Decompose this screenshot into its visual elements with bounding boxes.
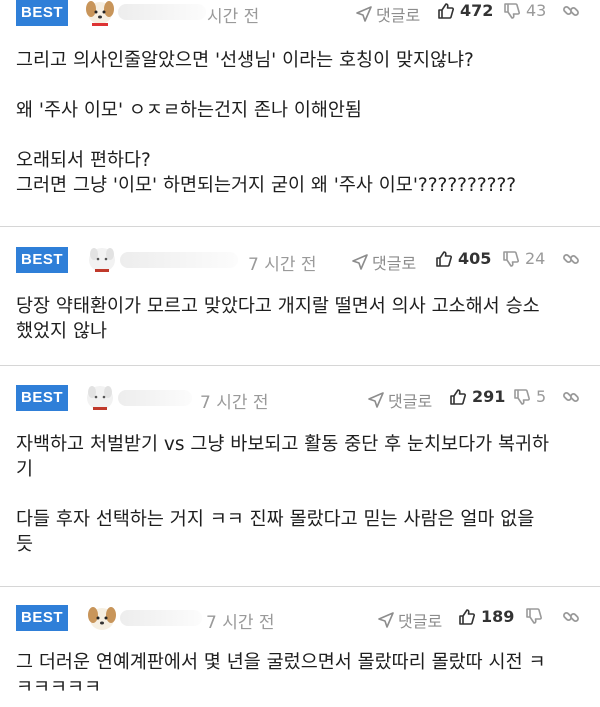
comment-time: 7 시간 전 xyxy=(248,255,317,275)
link-icon[interactable] xyxy=(562,2,580,20)
like-button[interactable]: 472 xyxy=(437,1,493,20)
thumbs-up-icon xyxy=(436,250,452,267)
reply-label: 댓글로 xyxy=(372,254,417,273)
like-count: 405 xyxy=(458,249,492,268)
reply-label: 댓글로 xyxy=(388,392,433,411)
comment-paragraph: 다들 후자 선택하는 거지 ㅋㅋ 진짜 몰랐다고 믿는 사람은 얼마 없을 듯 xyxy=(16,509,535,555)
username-redacted xyxy=(120,252,238,268)
comment-card: BEST 7 시간 전 댓글로 189 그 더러운 연예계판에서 몇 년을 굴렀… xyxy=(0,588,600,707)
dislike-button[interactable] xyxy=(525,607,548,625)
best-badge: BEST xyxy=(16,385,68,411)
comment-paragraph: 그리고 의사인줄알았으면 '선생님' 이라는 호칭이 맞지않냐? xyxy=(16,50,474,71)
best-badge: BEST xyxy=(16,247,68,273)
arrow-reply-icon xyxy=(356,6,372,22)
comment-time: 7 시간 전 xyxy=(206,613,275,633)
thumbs-down-icon xyxy=(526,608,542,624)
thumbs-down-icon xyxy=(514,388,530,405)
comment-header: BEST 7 시간 전 댓글로 405 24 xyxy=(0,246,600,286)
best-badge: BEST xyxy=(16,605,68,631)
comment-time: 7 시간 전 xyxy=(200,393,269,413)
avatar[interactable] xyxy=(84,242,120,276)
dislike-button[interactable]: 24 xyxy=(502,249,545,268)
comment-paragraph: 그 더러운 연예계판에서 몇 년을 굴렀으면서 몰랐따리 몰랐따 시전 ㅋ ㅋㅋ… xyxy=(16,652,546,698)
username-redacted xyxy=(118,390,192,406)
thumbs-up-icon xyxy=(450,388,466,405)
comment-card: BEST 7 시간 전 댓글로 405 24 당장 약태환이가 모르고 맞았다고… xyxy=(0,228,600,366)
arrow-reply-icon xyxy=(352,254,368,270)
comment-body: 그리고 의사인줄알았으면 '선생님' 이라는 호칭이 맞지않냐? 왜 '주사 이… xyxy=(16,48,586,198)
reply-label: 댓글로 xyxy=(376,6,421,25)
avatar[interactable] xyxy=(82,380,118,414)
username-redacted xyxy=(118,4,206,20)
reply-button[interactable]: 댓글로 xyxy=(378,608,442,632)
like-count: 472 xyxy=(460,1,494,20)
like-button[interactable]: 291 xyxy=(449,387,505,406)
arrow-reply-icon xyxy=(368,392,384,408)
dislike-button[interactable]: 43 xyxy=(503,1,546,20)
comment-body: 그 더러운 연예계판에서 몇 년을 굴렀으면서 몰랐따리 몰랐따 시전 ㅋ ㅋㅋ… xyxy=(16,650,586,700)
thumbs-up-icon xyxy=(459,608,475,625)
comment-header: BEST 7 시간 전 댓글로 291 5 xyxy=(0,384,600,424)
comment-paragraph: 왜 '주사 이모' ㅇㅈㄹ하는건지 존나 이해안됨 xyxy=(16,100,362,121)
avatar[interactable] xyxy=(84,600,120,634)
comment-body: 자백하고 처벌받기 vs 그냥 바보되고 활동 중단 후 눈치보다가 복귀하 기… xyxy=(16,432,586,557)
thumbs-down-icon xyxy=(503,250,519,267)
link-icon[interactable] xyxy=(562,388,580,406)
reply-label: 댓글로 xyxy=(398,612,443,631)
like-count: 189 xyxy=(481,607,515,626)
like-button[interactable]: 189 xyxy=(458,607,514,626)
dislike-count: 43 xyxy=(526,1,547,20)
best-badge: BEST xyxy=(16,0,68,26)
comment-paragraph: 자백하고 처벌받기 vs 그냥 바보되고 활동 중단 후 눈치보다가 복귀하 기 xyxy=(16,434,550,480)
dislike-button[interactable]: 5 xyxy=(513,387,546,406)
comment-card: BEST 7 시간 전 댓글로 291 5 자백하고 처벌받기 vs 그냥 바보… xyxy=(0,367,600,587)
like-count: 291 xyxy=(472,387,506,406)
username-redacted xyxy=(120,610,202,626)
thumbs-down-icon xyxy=(504,2,520,19)
dislike-count: 24 xyxy=(525,249,546,268)
reply-button[interactable]: 댓글로 xyxy=(352,250,416,274)
dislike-count: 5 xyxy=(536,387,547,406)
comment-card: BEST 시간 전 댓글로 472 43 그리고 의사인줄알았으면 '선생님' … xyxy=(0,0,600,227)
link-icon[interactable] xyxy=(562,608,580,626)
thumbs-up-icon xyxy=(438,2,454,19)
comment-paragraph: 당장 약태환이가 모르고 맞았다고 개지랄 떨면서 의사 고소해서 승소 했었지… xyxy=(16,296,540,342)
comment-body: 당장 약태환이가 모르고 맞았다고 개지랄 떨면서 의사 고소해서 승소 했었지… xyxy=(16,294,586,344)
reply-button[interactable]: 댓글로 xyxy=(368,388,432,412)
comment-paragraph: 오래되서 편하다? 그러면 그냥 '이모' 하면되는거지 굳이 왜 '주사 이모… xyxy=(16,150,517,196)
link-icon[interactable] xyxy=(562,250,580,268)
comment-header: BEST 7 시간 전 댓글로 189 xyxy=(0,604,600,644)
like-button[interactable]: 405 xyxy=(435,249,491,268)
arrow-reply-icon xyxy=(378,612,394,628)
reply-button[interactable]: 댓글로 xyxy=(356,2,420,26)
avatar[interactable] xyxy=(82,0,118,28)
comment-header: BEST 시간 전 댓글로 472 43 xyxy=(0,0,600,40)
comment-time: 시간 전 xyxy=(207,7,260,27)
